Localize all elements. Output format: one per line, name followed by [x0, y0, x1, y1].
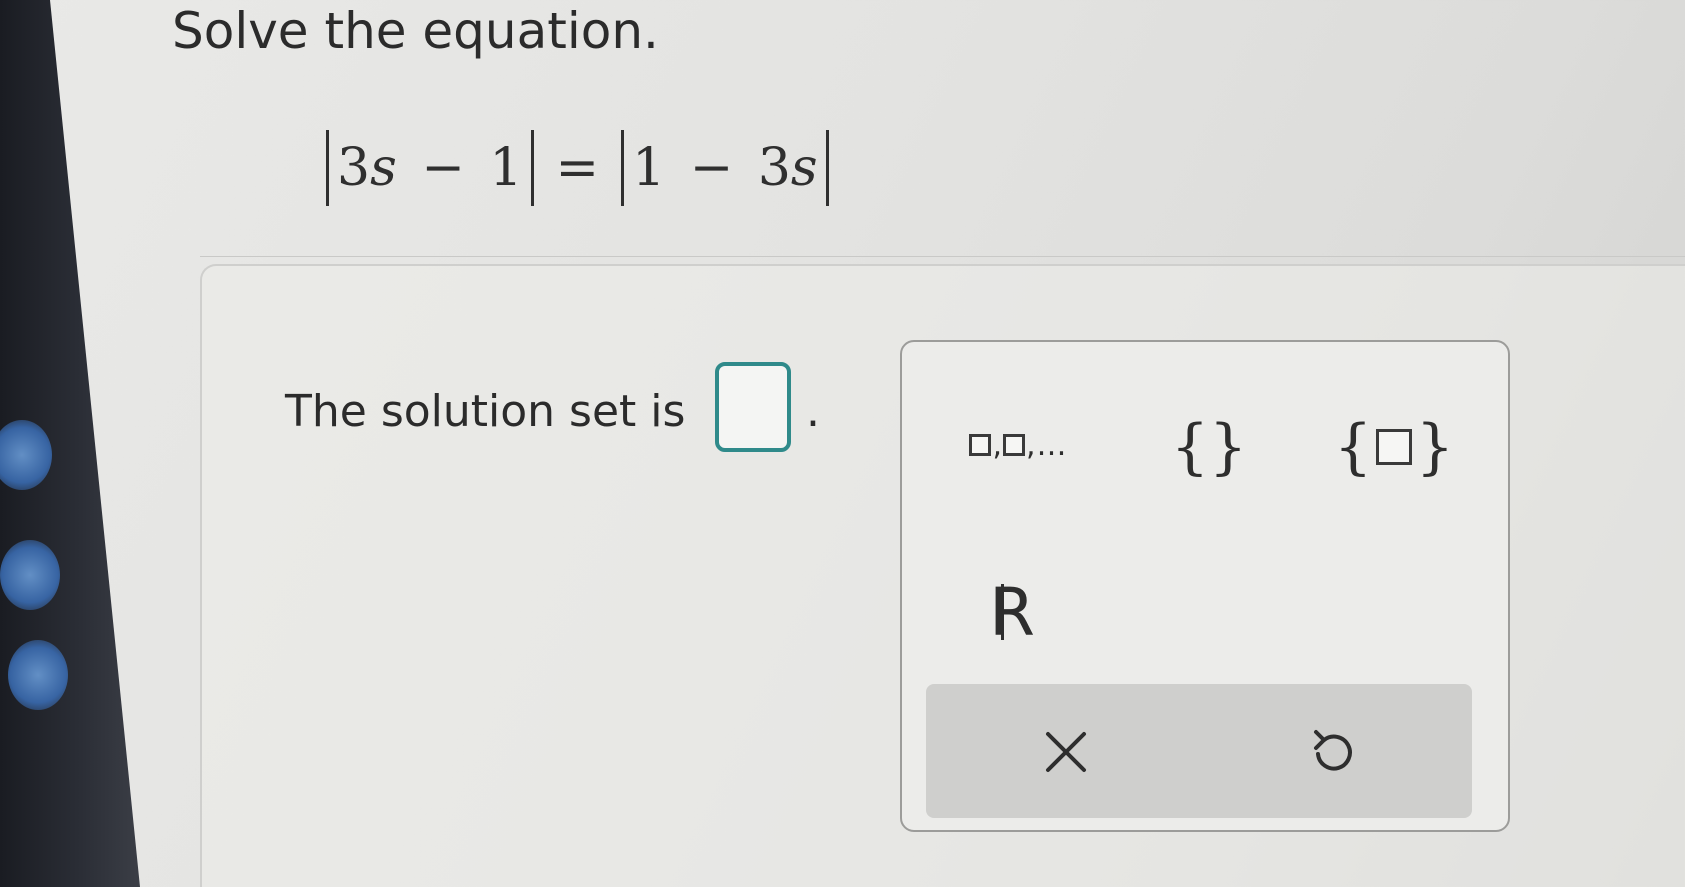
question-prompt: Solve the equation.: [172, 2, 659, 60]
close-icon: [1046, 732, 1086, 772]
list-separator: ,: [992, 427, 1002, 463]
clear-button[interactable]: [1016, 702, 1116, 802]
abs-bar: [825, 130, 829, 206]
math-palette: ,,… {} {} R: [900, 340, 1510, 832]
abs-bar: [621, 130, 625, 206]
placeholder-box-icon: [1003, 434, 1025, 456]
left-abs-expression: 3s − 1: [337, 138, 523, 198]
operator: −: [689, 138, 734, 198]
undo-button[interactable]: [1282, 702, 1382, 802]
variable: s: [370, 138, 397, 198]
coefficient: 3: [337, 138, 371, 198]
real-numbers-icon: R: [989, 573, 1035, 651]
set-open-brace: {: [1334, 412, 1373, 482]
coefficient: 3: [757, 138, 791, 198]
placeholder-box-icon: [969, 434, 992, 456]
operator: −: [421, 138, 465, 198]
constant: 1: [632, 138, 666, 198]
abs-bar: [326, 130, 329, 206]
list-template-button[interactable]: ,,…: [948, 420, 1088, 470]
answer-input[interactable]: [715, 362, 791, 452]
bezel-light: [0, 540, 60, 610]
real-numbers-button[interactable]: R: [972, 562, 1052, 662]
placeholder-box-icon: [1376, 429, 1412, 465]
set-close-brace: }: [1415, 412, 1454, 482]
empty-set-close-brace: }: [1209, 412, 1248, 482]
list-ellipsis: …: [1036, 427, 1067, 463]
section-divider: [200, 256, 1685, 257]
undo-icon: [1314, 730, 1352, 771]
bezel-light: [8, 640, 68, 710]
constant: 1: [489, 138, 523, 198]
list-separator: ,: [1026, 427, 1036, 463]
equals-sign: =: [555, 138, 600, 198]
set-template-button[interactable]: {}: [1334, 402, 1454, 492]
right-abs-expression: 1 − 3s: [632, 138, 818, 198]
action-bar: [926, 684, 1472, 818]
solution-label: The solution set is: [285, 386, 686, 437]
variable: s: [790, 138, 818, 198]
empty-set-open-brace: {: [1170, 412, 1209, 482]
sentence-period: .: [806, 386, 820, 437]
abs-bar: [530, 130, 534, 206]
equation: 3s − 1 = 1 − 3s: [318, 128, 837, 208]
empty-set-button[interactable]: {}: [1164, 402, 1254, 492]
